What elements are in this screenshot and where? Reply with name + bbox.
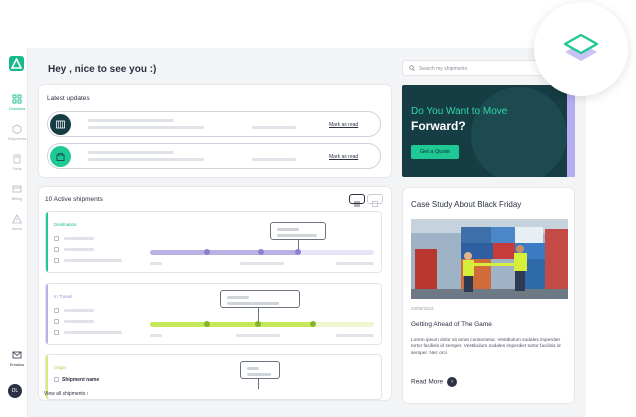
container-icon bbox=[50, 114, 71, 135]
placeholder-line bbox=[88, 158, 204, 161]
milestone-dot bbox=[255, 321, 261, 327]
sidebar-item-label: Tools bbox=[12, 166, 22, 171]
placeholder-line bbox=[88, 119, 174, 122]
update-row[interactable]: Mark as read bbox=[47, 111, 381, 137]
search-input[interactable] bbox=[419, 63, 539, 74]
search-box[interactable] bbox=[402, 60, 552, 76]
avatar[interactable]: DL bbox=[8, 384, 22, 398]
sidebar-item-label: Overview bbox=[8, 106, 26, 111]
promo-line-1: Do You Want to Move bbox=[411, 106, 508, 117]
sidebar-item-label: Alerts bbox=[11, 226, 23, 231]
ship-icon bbox=[54, 247, 59, 252]
milestone-dot bbox=[204, 249, 210, 255]
sidebar-item-label: Shipments bbox=[7, 136, 27, 141]
page-title: Hey , nice to see you :) bbox=[48, 64, 157, 75]
grid-icon bbox=[12, 94, 22, 104]
shipment-status: Origin bbox=[54, 365, 67, 370]
progress-fill bbox=[150, 322, 314, 327]
placeholder-line bbox=[88, 151, 174, 154]
decorative-stripe bbox=[567, 85, 575, 177]
box-icon bbox=[12, 124, 22, 134]
tooltip bbox=[270, 222, 326, 240]
brand-logo[interactable] bbox=[9, 56, 24, 71]
mark-as-read-link[interactable]: Mark as read bbox=[329, 154, 358, 160]
sidebar-item-alerts[interactable]: Alerts bbox=[6, 214, 28, 231]
shipment-card[interactable]: Destination bbox=[45, 211, 382, 273]
case-study-card: Case Study About Black Friday 24/05/2022… bbox=[402, 187, 575, 404]
shipment-card[interactable]: Origin Shipment name bbox=[45, 354, 382, 400]
progress-fill bbox=[150, 250, 298, 255]
lock-box-icon bbox=[50, 146, 71, 167]
shipment-status: In Transit bbox=[54, 294, 73, 299]
placeholder-line bbox=[252, 126, 296, 129]
promo-banner: Do You Want to Move Forward? Get a Quote bbox=[402, 85, 575, 177]
tooltip bbox=[240, 361, 280, 379]
milestone-dot bbox=[310, 321, 316, 327]
decorative-circle bbox=[471, 87, 567, 177]
card-icon bbox=[12, 185, 22, 193]
milestone-dot bbox=[204, 321, 210, 327]
get-quote-button[interactable]: Get a Quote bbox=[411, 145, 459, 159]
placeholder-line bbox=[88, 126, 204, 129]
app-window: Overview Shipments Tools Billing Alerts … bbox=[6, 48, 586, 417]
calendar-icon bbox=[372, 201, 378, 207]
mark-as-read-link[interactable]: Mark as read bbox=[329, 122, 358, 128]
calendar-icon bbox=[54, 330, 59, 335]
tooltip bbox=[220, 290, 300, 308]
calendar-icon bbox=[54, 258, 59, 263]
active-shipments-card: 10 Active shipments Destination In Trans… bbox=[38, 186, 392, 401]
truck-icon bbox=[54, 377, 59, 382]
case-study-body: Lorem ipsum dolor sit amet consectetur. … bbox=[411, 338, 561, 356]
layers-icon bbox=[563, 33, 599, 61]
update-row[interactable]: Mark as read bbox=[47, 143, 381, 169]
sidebar-item-emailus[interactable]: Emailus bbox=[6, 350, 28, 367]
latest-updates-card: Latest updates Mark as read Mark as read bbox=[38, 84, 392, 178]
case-study-image bbox=[411, 219, 568, 299]
milestone-dot bbox=[295, 249, 301, 255]
sidebar-item-tools[interactable]: Tools bbox=[6, 154, 28, 171]
sidebar-item-billing[interactable]: Billing bbox=[6, 184, 28, 201]
calculator-icon bbox=[13, 154, 21, 164]
status-accent bbox=[46, 212, 48, 272]
search-icon bbox=[409, 65, 415, 71]
grid-view-toggle[interactable] bbox=[367, 194, 383, 207]
shipment-card[interactable]: In Transit bbox=[45, 283, 382, 345]
background-strip bbox=[586, 48, 636, 417]
layers-badge bbox=[534, 2, 628, 96]
sidebar-item-label: Billing bbox=[11, 196, 23, 201]
truck-icon bbox=[54, 308, 59, 313]
status-accent bbox=[46, 284, 48, 344]
card-title: 10 Active shipments bbox=[45, 196, 103, 203]
placeholder-line bbox=[252, 158, 296, 161]
case-study-headline: Getting Ahead of The Game bbox=[411, 321, 492, 328]
view-all-shipments-link[interactable]: View all shipments › bbox=[44, 391, 88, 397]
sidebar-item-overview[interactable]: Overview bbox=[6, 94, 28, 111]
sidebar-item-shipments[interactable]: Shipments bbox=[6, 124, 28, 141]
arrow-right-icon: › bbox=[447, 377, 458, 387]
read-more-link[interactable]: Read More › bbox=[411, 377, 458, 387]
list-view-toggle[interactable] bbox=[349, 194, 365, 207]
mail-icon bbox=[12, 351, 22, 359]
shipment-name: Shipment name bbox=[62, 377, 100, 383]
promo-line-2: Forward? bbox=[411, 119, 466, 133]
case-study-date: 24/05/2022 bbox=[411, 306, 434, 311]
plane-icon bbox=[54, 236, 59, 241]
case-study-title: Case Study About Black Friday bbox=[411, 200, 522, 209]
milestone-dot bbox=[258, 249, 264, 255]
list-icon bbox=[354, 201, 360, 207]
shipment-status: Destination bbox=[54, 222, 77, 227]
warning-icon bbox=[12, 214, 22, 224]
sidebar: Overview Shipments Tools Billing Alerts … bbox=[6, 48, 28, 417]
sidebar-item-label: Emailus bbox=[9, 362, 25, 367]
ship-icon bbox=[54, 319, 59, 324]
card-title: Latest updates bbox=[47, 95, 90, 102]
